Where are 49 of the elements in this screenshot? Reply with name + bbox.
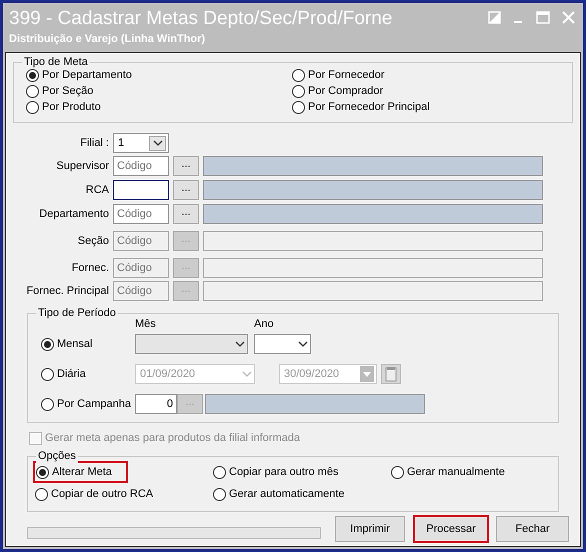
field-label: Seção bbox=[76, 234, 109, 249]
caret-icon bbox=[242, 371, 252, 377]
column-label: Ano bbox=[254, 317, 274, 330]
radio-button[interactable]: Mensal bbox=[41, 337, 131, 351]
radio-button[interactable]: Alterar Meta bbox=[35, 463, 126, 481]
radio-button[interactable]: Copiar de outro RCA bbox=[35, 487, 154, 501]
radio-button[interactable]: Gerar automaticamente bbox=[213, 487, 345, 501]
radio-button[interactable]: Diária bbox=[41, 367, 131, 381]
field-label: Departamento bbox=[38, 206, 109, 222]
group-title: Opções bbox=[36, 449, 78, 463]
dialog-button[interactable]: Imprimir bbox=[335, 516, 405, 542]
caret-icon bbox=[152, 140, 162, 146]
field-label: Supervisor bbox=[55, 158, 109, 174]
radio-button[interactable]: Por Departamento bbox=[26, 68, 132, 82]
field-label: Filial : bbox=[79, 136, 109, 151]
code-field[interactable]: Código bbox=[113, 204, 169, 224]
group-title: Tipo de Meta bbox=[22, 55, 90, 69]
month-dropdown[interactable] bbox=[135, 334, 248, 354]
dialog-button[interactable]: Fechar bbox=[496, 516, 569, 542]
code-field[interactable]: Código bbox=[113, 156, 169, 176]
field-label: Fornec. bbox=[70, 260, 109, 276]
lookup-button[interactable]: ... bbox=[173, 156, 199, 176]
close-icon[interactable] bbox=[562, 11, 575, 24]
radio-button[interactable]: Por Produto bbox=[26, 100, 101, 114]
radio-button[interactable]: Por Fornecedor Principal bbox=[292, 100, 430, 114]
radio-button[interactable]: Por Fornecedor bbox=[292, 68, 384, 82]
field-label: RCA bbox=[84, 182, 109, 198]
radio-button[interactable]: Por Seção bbox=[26, 84, 94, 98]
lookup-button[interactable]: ... bbox=[173, 180, 199, 200]
lookup-button[interactable]: ... bbox=[173, 204, 199, 224]
campaign-field[interactable]: 0 bbox=[135, 394, 177, 414]
radio-button[interactable]: Por Comprador bbox=[292, 84, 384, 98]
restore-icon[interactable] bbox=[488, 11, 501, 24]
radio-button[interactable]: Gerar manualmente bbox=[391, 465, 505, 479]
filial-dropdown[interactable]: 1 bbox=[113, 133, 169, 153]
column-label: Mês bbox=[135, 317, 157, 330]
radio-button[interactable]: Copiar para outro mês bbox=[213, 465, 338, 479]
maximize-icon[interactable] bbox=[536, 11, 550, 24]
year-dropdown[interactable] bbox=[254, 334, 311, 354]
window-subtitle: Distribuição e Varejo (Linha WinThor) bbox=[9, 32, 206, 47]
window-title: 399 - Cadastrar Metas Depto/Sec/Prod/Forne bbox=[9, 7, 392, 31]
field-label: Fornec. Principal bbox=[25, 284, 109, 299]
caret-icon bbox=[298, 341, 308, 347]
caret-icon bbox=[235, 341, 245, 347]
code-field[interactable] bbox=[113, 180, 169, 200]
calendar-icon[interactable] bbox=[381, 364, 401, 384]
group-title: Tipo de Período bbox=[36, 306, 118, 320]
dialog-button[interactable]: Processar bbox=[414, 516, 488, 542]
radio-button[interactable]: Por Campanha bbox=[41, 397, 131, 411]
